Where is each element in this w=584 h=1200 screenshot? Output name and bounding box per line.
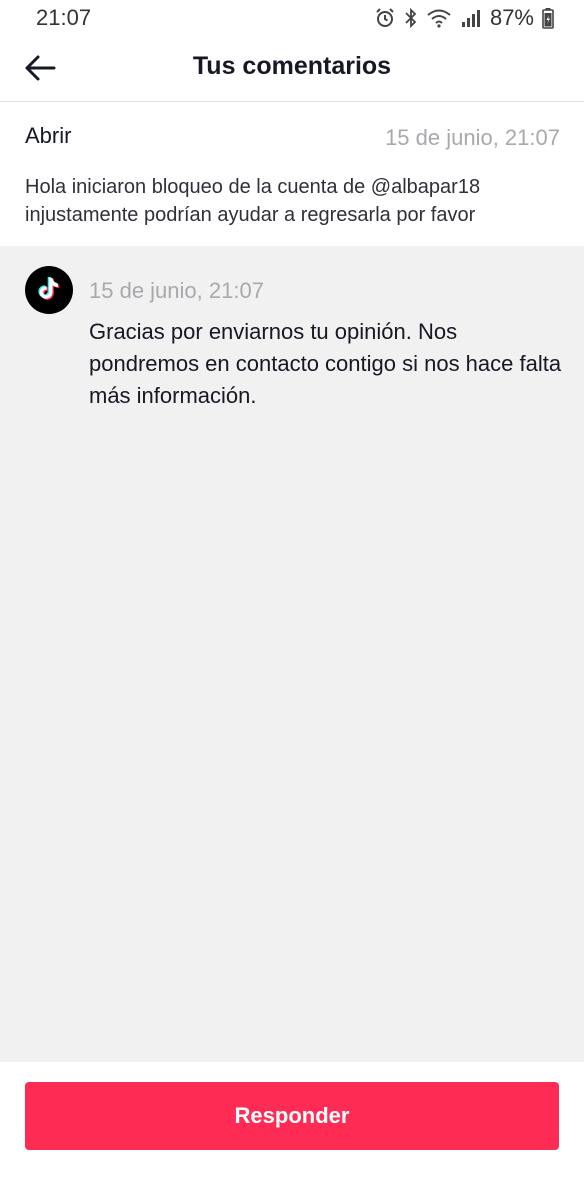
comment-timestamp: 15 de junio, 21:07	[385, 125, 560, 150]
avatar	[25, 266, 73, 314]
app-bar: Tus comentarios	[0, 36, 584, 102]
tiktok-logo-icon	[34, 273, 64, 308]
respond-button[interactable]: Responder	[25, 1082, 559, 1150]
wifi-icon	[426, 7, 452, 29]
status-bar: 21:07 87%	[0, 0, 584, 36]
battery-icon	[542, 7, 554, 29]
reply-area: 15 de junio, 21:07 Gracias por enviarnos…	[0, 246, 584, 1062]
reply-timestamp: 15 de junio, 21:07	[89, 278, 264, 303]
bluetooth-icon	[404, 7, 418, 29]
comment-message: Hola iniciaron bloqueo de la cuenta de @…	[25, 176, 481, 226]
battery-percent: 87%	[489, 5, 534, 30]
status-time: 21:07	[36, 5, 92, 30]
footer: Responder	[0, 1062, 584, 1200]
comment-author: Abrir	[25, 123, 72, 148]
status-icons: 87%	[374, 5, 554, 31]
user-comment: Abrir 15 de junio, 21:07 Hola iniciaron …	[0, 103, 584, 246]
reply-message: Gracias por enviarnos tu opinión. Nos po…	[89, 319, 562, 408]
page-title: Tus comentarios	[192, 52, 392, 80]
signal-icon	[460, 7, 482, 29]
alarm-icon	[374, 7, 396, 29]
